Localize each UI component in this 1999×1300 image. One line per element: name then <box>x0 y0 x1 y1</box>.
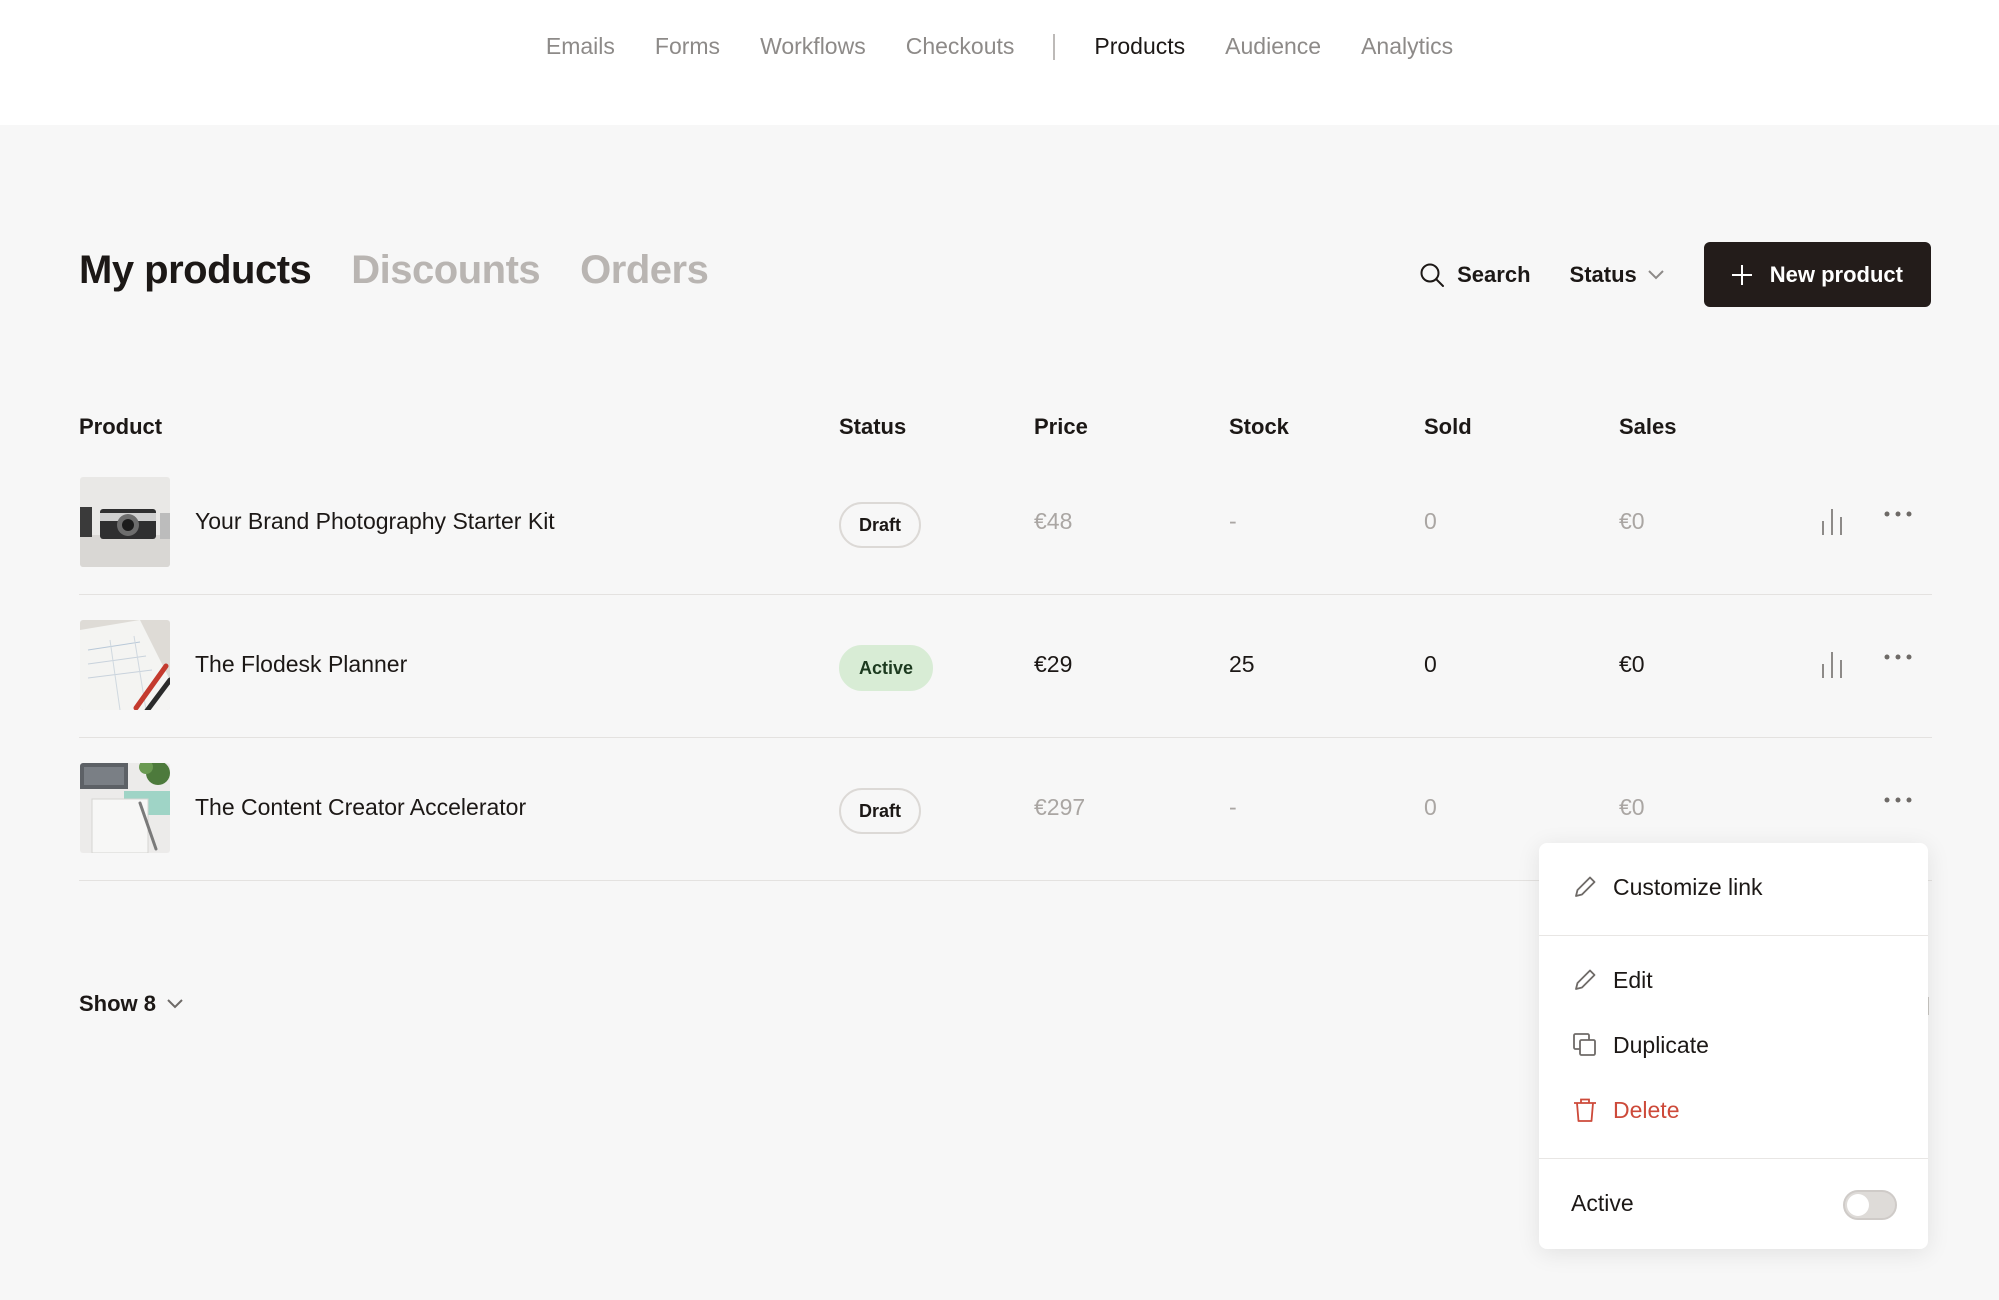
plus-icon <box>1730 263 1754 287</box>
edit-label: Edit <box>1613 966 1653 993</box>
new-product-button[interactable]: New product <box>1703 242 1931 307</box>
sales-value: €0 <box>1619 508 1645 534</box>
status-filter-label: Status <box>1569 261 1637 287</box>
top-navigation: Emails Forms Workflows Checkouts Product… <box>0 0 1999 125</box>
header-product: Product <box>79 414 163 439</box>
table-row[interactable]: The Flodesk Planner Active €29 25 0 €0 <box>79 595 1932 738</box>
pencil-icon <box>1571 966 1599 994</box>
customize-link-label: Customize link <box>1613 873 1763 900</box>
product-thumbnail-planner <box>80 620 170 710</box>
duplicate-label: Duplicate <box>1613 1031 1709 1058</box>
tab-orders[interactable]: Orders <box>580 248 709 293</box>
customize-link-menu-item[interactable]: Customize link <box>1571 873 1763 901</box>
sold-value: 0 <box>1424 794 1437 820</box>
search-button[interactable]: Search <box>1419 261 1531 288</box>
status-badge: Draft <box>839 502 922 548</box>
active-toggle-switch[interactable] <box>1843 1190 1897 1220</box>
sales-value: €0 <box>1619 651 1645 677</box>
page-size-label: Show 8 <box>79 991 157 1016</box>
header-stock: Stock <box>1229 414 1289 439</box>
menu-divider <box>1539 935 1928 936</box>
bar-chart-icon[interactable] <box>1819 507 1845 537</box>
toggle-knob <box>1847 1194 1869 1216</box>
nav-audience[interactable]: Audience <box>1205 33 1341 60</box>
tab-discounts[interactable]: Discounts <box>351 248 540 293</box>
header-status: Status <box>839 414 907 439</box>
status-filter-dropdown[interactable]: Status <box>1570 262 1665 288</box>
pencil-icon <box>1571 873 1599 901</box>
active-toggle-label: Active <box>1571 1190 1634 1216</box>
search-icon <box>1419 262 1445 288</box>
nav-forms[interactable]: Forms <box>635 33 740 60</box>
product-name[interactable]: The Flodesk Planner <box>195 651 407 678</box>
product-thumbnail-camera <box>80 477 170 567</box>
active-toggle-row: Active <box>1571 1190 1634 1217</box>
stock-value: - <box>1229 794 1237 820</box>
table-row[interactable]: Your Brand Photography Starter Kit Draft… <box>79 452 1932 595</box>
duplicate-menu-item[interactable]: Duplicate <box>1571 1031 1709 1059</box>
stock-value: 25 <box>1229 651 1255 677</box>
status-badge: Draft <box>839 788 922 834</box>
header-price: Price <box>1034 414 1088 439</box>
page-tabs: My products Discounts Orders <box>79 248 709 293</box>
sold-value: 0 <box>1424 508 1437 534</box>
chevron-down-icon <box>166 998 184 1010</box>
row-context-menu: Customize link Edit Duplicate Delete Act… <box>1539 843 1928 1249</box>
more-options-icon[interactable] <box>1883 796 1913 804</box>
duplicate-icon <box>1571 1031 1599 1059</box>
price-value: €297 <box>1034 794 1086 820</box>
nav-workflows[interactable]: Workflows <box>740 33 886 60</box>
bar-chart-icon[interactable] <box>1819 650 1845 680</box>
price-value: €48 <box>1034 508 1073 534</box>
header-sales: Sales <box>1619 414 1677 439</box>
nav-emails[interactable]: Emails <box>526 33 635 60</box>
products-table: Product Status Price Stock Sold Sales Yo… <box>79 402 1932 881</box>
nav-products[interactable]: Products <box>1074 33 1205 60</box>
delete-label: Delete <box>1613 1096 1680 1123</box>
page-size-dropdown[interactable]: Show 8 <box>79 991 184 1017</box>
tab-my-products[interactable]: My products <box>79 248 312 293</box>
product-thumbnail-desk <box>80 763 170 853</box>
stock-value: - <box>1229 508 1237 534</box>
delete-menu-item[interactable]: Delete <box>1571 1096 1679 1124</box>
toolbar: Search Status New product <box>1419 242 1931 307</box>
status-badge: Active <box>839 645 934 691</box>
menu-divider <box>1539 1158 1928 1159</box>
nav-checkouts[interactable]: Checkouts <box>886 33 1035 60</box>
header-sold: Sold <box>1424 414 1472 439</box>
new-product-label: New product <box>1769 261 1903 287</box>
product-name[interactable]: Your Brand Photography Starter Kit <box>195 508 555 535</box>
search-label: Search <box>1457 261 1531 287</box>
top-nav-links: Emails Forms Workflows Checkouts Product… <box>0 33 1999 60</box>
more-options-icon[interactable] <box>1883 653 1913 661</box>
more-options-icon[interactable] <box>1883 510 1913 518</box>
nav-separator <box>1053 33 1056 60</box>
chevron-down-icon <box>1647 269 1665 281</box>
sold-value: 0 <box>1424 651 1437 677</box>
trash-icon <box>1571 1096 1599 1124</box>
price-value: €29 <box>1034 651 1073 677</box>
sales-value: €0 <box>1619 794 1645 820</box>
table-header: Product Status Price Stock Sold Sales <box>79 402 1932 452</box>
nav-analytics[interactable]: Analytics <box>1341 33 1473 60</box>
product-name[interactable]: The Content Creator Accelerator <box>195 794 526 821</box>
edit-menu-item[interactable]: Edit <box>1571 966 1653 994</box>
